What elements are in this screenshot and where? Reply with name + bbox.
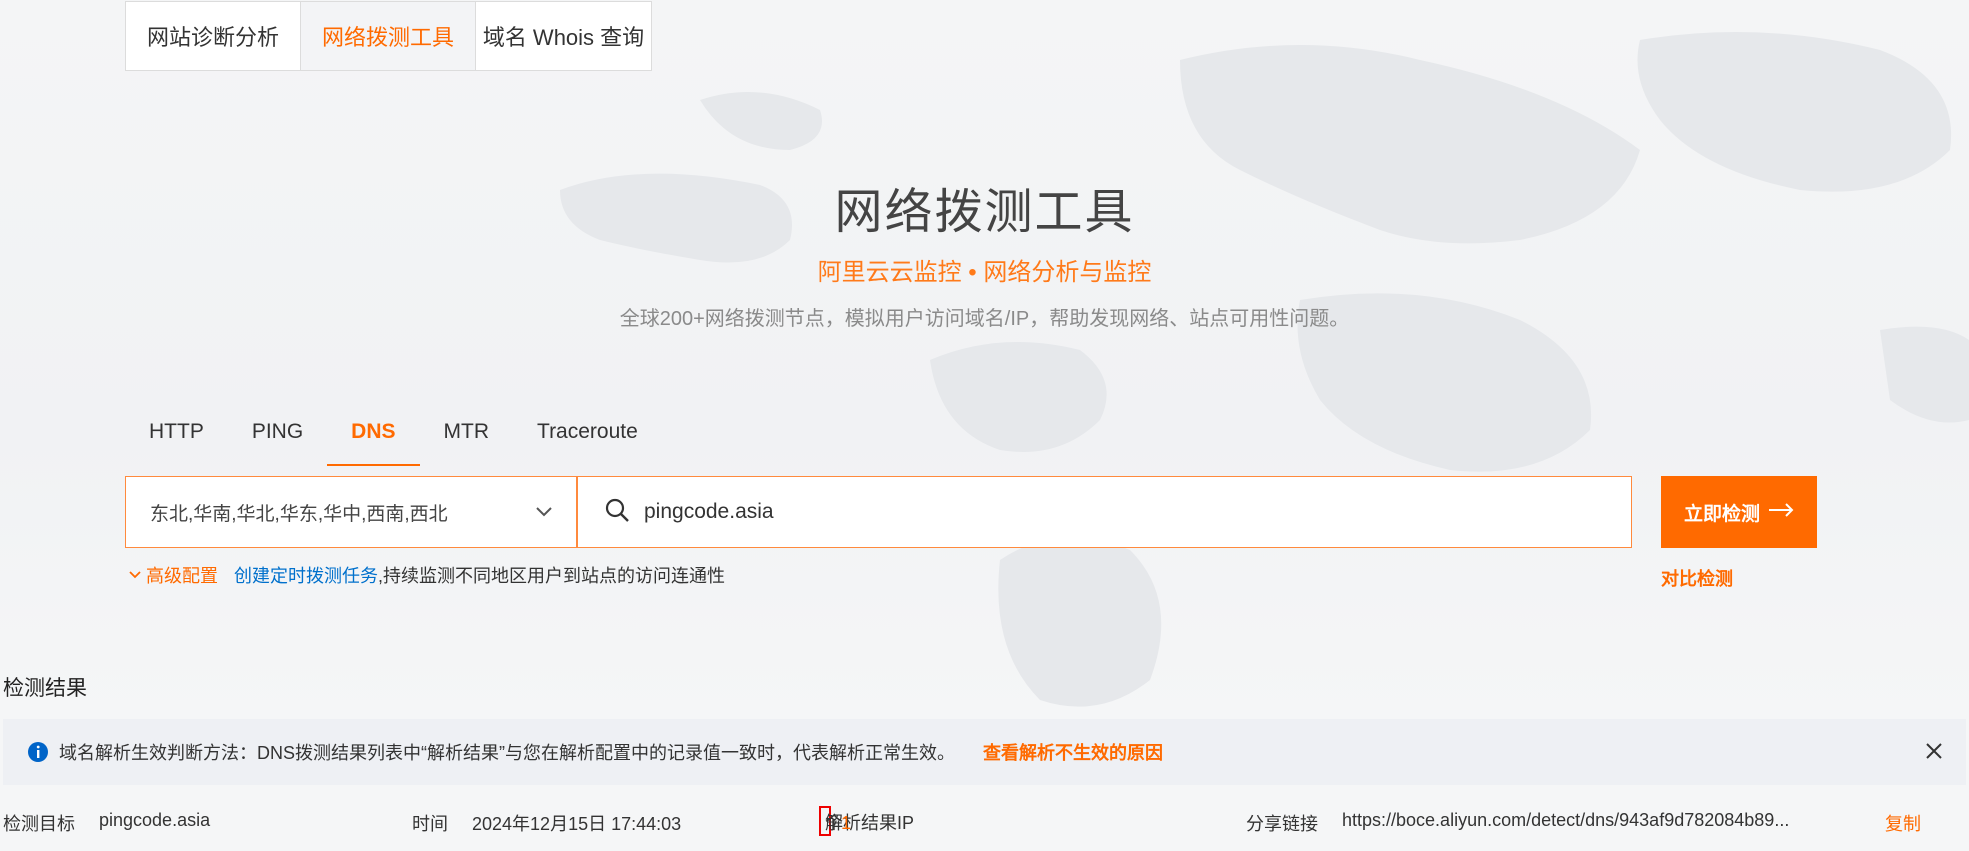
why-not-effective-link[interactable]: 查看解析不生效的原因 — [983, 739, 1163, 765]
tab-site-diagnosis[interactable]: 网站诊断分析 — [126, 2, 301, 70]
time-label: 时间 — [412, 814, 448, 834]
top-tab-bar: 网站诊断分析 网络拨测工具 域名 Whois 查询 — [125, 1, 652, 71]
chevron-down-icon — [534, 501, 554, 527]
close-icon[interactable] — [1924, 741, 1944, 766]
time-value: 2024年12月15日 17:44:03 — [472, 814, 682, 834]
advanced-config-toggle[interactable]: 高级配置 — [128, 562, 218, 588]
arrow-right-icon — [1768, 501, 1794, 523]
advanced-note: ,持续监测不同地区用户到站点的访问连通性 — [378, 566, 725, 586]
page-description: 全球200+网络拨测节点，模拟用户访问域名/IP，帮助发现网络、站点可用性问题。 — [619, 308, 1350, 330]
info-text: 域名解析生效判断方法：DNS拨测结果列表中“解析结果”与您在解析配置中的记录值一… — [59, 743, 955, 763]
region-select[interactable]: 东北,华南,华北,华东,华中,西南,西北 — [125, 476, 577, 548]
detect-now-label: 立即检测 — [1683, 503, 1760, 525]
region-select-value: 东北,华南,华北,华东,华中,西南,西北 — [150, 503, 448, 525]
copy-link-button[interactable]: 复制 — [1885, 810, 1921, 836]
protocol-tabs: HTTP PING DNS MTR Traceroute — [125, 412, 662, 466]
target-domain-input[interactable] — [644, 500, 1544, 524]
create-scheduled-task-link[interactable]: 创建定时拨测任务 — [234, 562, 378, 588]
advanced-row: 高级配置 创建定时拨测任务 ,持续监测不同地区用户到站点的访问连通性 — [128, 562, 725, 588]
tab-traceroute[interactable]: Traceroute — [513, 412, 662, 466]
tab-dns[interactable]: DNS — [327, 412, 420, 466]
chevron-down-icon — [129, 571, 141, 579]
detect-now-button[interactable]: 立即检测 — [1661, 476, 1817, 548]
target-label: 检测目标 — [3, 814, 75, 834]
result-meta-row: 检测目标 pingcode.asia 时间 2024年12月15日 17:44:… — [0, 806, 1969, 838]
info-alert: 域名解析生效判断方法：DNS拨测结果列表中“解析结果”与您在解析配置中的记录值一… — [3, 719, 1966, 785]
share-url: https://boce.aliyun.com/detect/dns/943af… — [1342, 810, 1790, 830]
target-value: pingcode.asia — [99, 810, 211, 830]
info-icon — [27, 741, 49, 763]
tab-ping[interactable]: PING — [228, 412, 327, 466]
ip-unit: 个 — [825, 813, 843, 833]
background-world-map — [0, 0, 1969, 720]
page-title: 网络拨测工具 — [834, 186, 1135, 239]
tab-network-probe[interactable]: 网络拨测工具 — [301, 2, 476, 70]
search-box — [577, 476, 1632, 548]
compare-detect-link[interactable]: 对比检测 — [1661, 565, 1733, 591]
resolved-ip-summary[interactable]: 解析结果IP 1 个 — [819, 806, 914, 836]
search-icon — [604, 497, 630, 528]
share-label: 分享链接 — [1246, 814, 1318, 834]
results-title: 检测结果 — [3, 677, 87, 700]
page-subtitle: 阿里云云监控 • 网络分析与监控 — [817, 259, 1152, 286]
tab-mtr[interactable]: MTR — [420, 412, 514, 466]
tab-whois[interactable]: 域名 Whois 查询 — [476, 2, 651, 70]
tab-http[interactable]: HTTP — [125, 412, 228, 466]
advanced-config-label: 高级配置 — [146, 566, 218, 586]
